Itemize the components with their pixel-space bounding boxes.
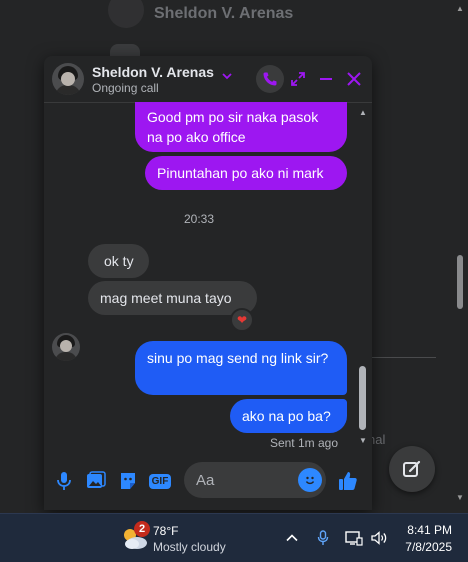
chevron-down-icon[interactable]: [221, 70, 233, 82]
heart-reaction-icon[interactable]: ❤: [230, 308, 254, 332]
scroll-down-arrow-icon[interactable]: ▼: [359, 436, 367, 445]
expand-icon[interactable]: [287, 68, 309, 90]
chat-scrollbar-thumb[interactable]: [359, 366, 366, 430]
message-composer: GIF Aa: [44, 456, 372, 506]
chat-header: Sheldon V. Arenas Ongoing call: [44, 56, 372, 103]
emoji-icon[interactable]: [298, 468, 322, 492]
scroll-up-arrow-icon[interactable]: ▲: [359, 108, 367, 117]
volume-icon[interactable]: [369, 528, 389, 548]
background-divider: [372, 357, 436, 358]
chat-window: Sheldon V. Arenas Ongoing call Good pm p…: [44, 56, 372, 510]
message-list[interactable]: Good pm po sir naka pasok na po ako offi…: [44, 102, 372, 450]
call-status: Ongoing call: [92, 81, 159, 95]
page-scrollbar-thumb[interactable]: [457, 255, 463, 309]
clock-time: 8:41 PM: [407, 523, 452, 537]
outgoing-message[interactable]: Good pm po sir naka pasok na po ako offi…: [135, 102, 347, 152]
scroll-down-arrow-icon[interactable]: ▼: [456, 493, 464, 502]
message-text: ako na po ba?: [242, 408, 331, 424]
clock-date: 7/8/2025: [405, 540, 452, 554]
minimize-icon[interactable]: [315, 68, 337, 90]
thumbs-up-icon[interactable]: [336, 469, 360, 493]
close-icon[interactable]: [343, 68, 365, 90]
outgoing-message[interactable]: ako na po ba?: [230, 399, 347, 433]
incoming-message[interactable]: ok ty: [88, 244, 149, 278]
contact-avatar[interactable]: [52, 63, 84, 95]
scroll-up-arrow-icon[interactable]: ▲: [456, 4, 464, 13]
weather-condition: Mostly cloudy: [153, 540, 226, 554]
background-avatar: [108, 0, 144, 28]
message-text: Good pm po sir naka pasok na po ako offi…: [147, 109, 319, 145]
message-text: ok ty: [104, 253, 134, 269]
chat-scrollbar[interactable]: ▲ ▼: [356, 106, 370, 448]
message-text: Pinuntahan po ako ni mark: [157, 165, 324, 181]
chevron-up-icon[interactable]: [282, 528, 302, 548]
gif-icon[interactable]: GIF: [148, 469, 172, 493]
message-input[interactable]: Aa: [184, 462, 326, 498]
windows-taskbar: 2 78°F Mostly cloudy 8:41 PM 7/8/2025: [0, 513, 468, 562]
message-text: mag meet muna tayo: [100, 290, 232, 306]
weather-alert-badge: 2: [134, 521, 150, 537]
ongoing-call-button[interactable]: [256, 65, 284, 93]
background-contact-name: Sheldon V. Arenas: [154, 5, 294, 22]
outgoing-message[interactable]: Pinuntahan po ako ni mark: [145, 156, 347, 190]
temperature: 78°F: [153, 524, 179, 538]
sticker-icon[interactable]: [116, 469, 140, 493]
outgoing-message[interactable]: sinu po mag send ng link sir?: [135, 341, 347, 395]
contact-name[interactable]: Sheldon V. Arenas: [92, 64, 214, 80]
sent-status: Sent 1m ago: [269, 436, 338, 450]
message-text: sinu po mag send ng link sir?: [147, 350, 329, 366]
photo-icon[interactable]: [84, 469, 108, 493]
message-input-placeholder: Aa: [196, 471, 215, 489]
timestamp-separator: 20:33: [183, 212, 215, 226]
microphone-icon[interactable]: [52, 469, 76, 493]
new-message-button[interactable]: [389, 446, 435, 492]
background-chat-row[interactable]: Sheldon V. Arenas: [108, 0, 293, 28]
microphone-icon[interactable]: [313, 528, 333, 548]
network-icon[interactable]: [344, 528, 364, 548]
compose-icon: [403, 460, 421, 477]
page-scrollbar[interactable]: ▲ ▼: [452, 0, 468, 513]
phone-icon: [263, 72, 277, 86]
incoming-message[interactable]: mag meet muna tayo: [88, 281, 257, 315]
sender-avatar[interactable]: [52, 333, 80, 361]
